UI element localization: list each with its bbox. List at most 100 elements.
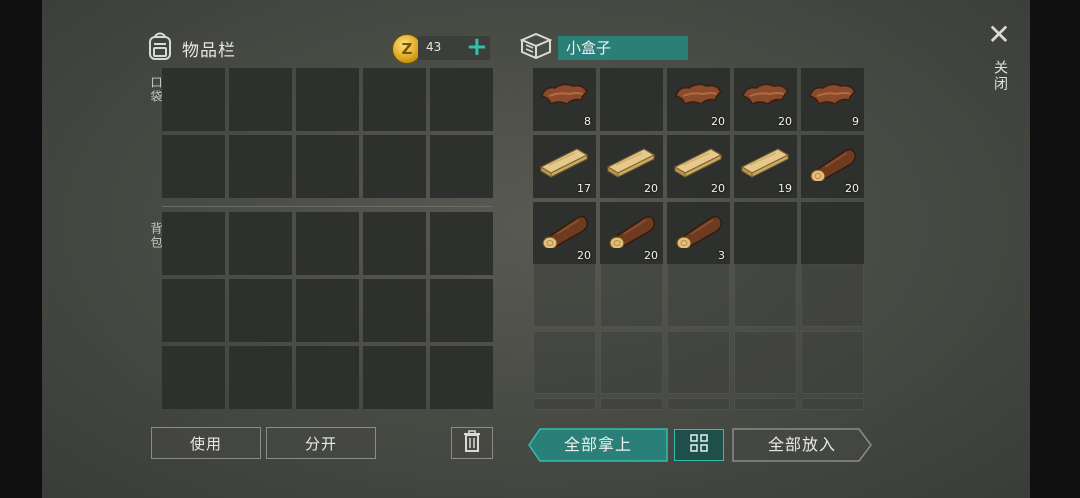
trash-button[interactable]: [451, 427, 493, 459]
close-icon[interactable]: ✕: [986, 20, 1012, 50]
locked-slot: [734, 331, 797, 394]
leather-icon: [807, 78, 857, 118]
container-slot-plank[interactable]: 19: [734, 135, 797, 198]
pocket-slot[interactable]: [162, 135, 225, 198]
locked-slot: [533, 331, 596, 394]
container-locked-grid: [533, 264, 864, 410]
locked-slot: [667, 398, 730, 410]
backpack-slot[interactable]: [296, 279, 359, 342]
locked-slot: [734, 398, 797, 410]
locked-slot: [600, 398, 663, 410]
backpack-slot[interactable]: [363, 279, 426, 342]
sort-grid-button[interactable]: [674, 429, 724, 461]
backpack-slot[interactable]: [430, 346, 493, 409]
backpack-grid: [162, 212, 493, 409]
backpack-slot[interactable]: [363, 346, 426, 409]
leather-icon: [539, 78, 589, 118]
log-icon: [673, 212, 723, 252]
item-quantity: 17: [577, 182, 591, 195]
locked-slot: [533, 398, 596, 410]
locked-slot: [801, 398, 864, 410]
put-all-label: 全部放入: [767, 435, 836, 454]
inventory-screen: 物品栏 Z 43 + 口袋 背包 小盒子 8 20 20 9 17 20 20 …: [42, 0, 1030, 498]
backpack-slot[interactable]: [162, 346, 225, 409]
locked-slot: [801, 331, 864, 394]
pocket-slot[interactable]: [363, 68, 426, 131]
backpack-slot[interactable]: [162, 279, 225, 342]
put-all-button[interactable]: 全部放入: [732, 428, 872, 462]
pocket-slot[interactable]: [296, 135, 359, 198]
close-label[interactable]: 关闭: [990, 60, 1010, 92]
backpack-slot[interactable]: [430, 279, 493, 342]
log-icon: [539, 212, 589, 252]
backpack-icon: [146, 30, 174, 66]
coin-count: 43: [426, 40, 442, 54]
box-icon: [518, 30, 554, 66]
grid-icon: [689, 433, 709, 457]
container-grid: 8 20 20 9 17 20 20 19 20 20 20 3: [533, 68, 864, 265]
container-slot-empty[interactable]: [801, 202, 864, 265]
log-icon: [807, 145, 857, 185]
container-slot-log[interactable]: 20: [600, 202, 663, 265]
locked-slot: [667, 331, 730, 394]
plank-icon: [606, 145, 656, 185]
container-slot-leather[interactable]: 9: [801, 68, 864, 131]
container-slot-plank[interactable]: 20: [600, 135, 663, 198]
container-slot-leather[interactable]: 8: [533, 68, 596, 131]
pocket-slot[interactable]: [296, 68, 359, 131]
plank-icon: [539, 145, 589, 185]
container-slot-log[interactable]: 3: [667, 202, 730, 265]
locked-slot: [533, 264, 596, 327]
item-quantity: 9: [852, 115, 859, 128]
use-button[interactable]: 使用: [151, 427, 261, 459]
container-slot-empty[interactable]: [734, 202, 797, 265]
item-quantity: 20: [711, 115, 725, 128]
item-quantity: 3: [718, 249, 725, 262]
item-quantity: 20: [845, 182, 859, 195]
take-all-label: 全部拿上: [563, 435, 632, 454]
item-quantity: 20: [778, 115, 792, 128]
pocket-slot[interactable]: [229, 135, 292, 198]
take-all-button[interactable]: 全部拿上: [528, 428, 668, 462]
container-header: 小盒子: [518, 30, 688, 66]
right-letterbox: [1030, 0, 1080, 498]
backpack-slot[interactable]: [229, 279, 292, 342]
log-icon: [606, 212, 656, 252]
item-quantity: 19: [778, 182, 792, 195]
split-button[interactable]: 分开: [266, 427, 376, 459]
container-slot-leather[interactable]: 20: [734, 68, 797, 131]
item-quantity: 20: [577, 249, 591, 262]
container-slot-leather[interactable]: 20: [667, 68, 730, 131]
pocket-slot[interactable]: [363, 135, 426, 198]
inventory-title: 物品栏: [182, 40, 236, 61]
add-coins-button[interactable]: +: [466, 32, 488, 62]
pocket-slot[interactable]: [229, 68, 292, 131]
inventory-header: 物品栏: [146, 30, 236, 66]
backpack-slot[interactable]: [229, 212, 292, 275]
backpack-slot[interactable]: [430, 212, 493, 275]
backpack-slot[interactable]: [229, 346, 292, 409]
pocket-slot[interactable]: [430, 135, 493, 198]
locked-slot: [600, 264, 663, 327]
backpack-slot[interactable]: [162, 212, 225, 275]
leather-icon: [673, 78, 723, 118]
backpack-slot[interactable]: [296, 346, 359, 409]
leather-icon: [740, 78, 790, 118]
pocket-slot[interactable]: [430, 68, 493, 131]
container-slot-log[interactable]: 20: [801, 135, 864, 198]
item-quantity: 20: [711, 182, 725, 195]
left-letterbox: [0, 0, 42, 498]
locked-slot: [801, 264, 864, 327]
plank-icon: [673, 145, 723, 185]
container-name: 小盒子: [558, 36, 688, 60]
backpack-slot[interactable]: [296, 212, 359, 275]
plank-icon: [740, 145, 790, 185]
container-slot-log[interactable]: 20: [533, 202, 596, 265]
container-slot-plank[interactable]: 20: [667, 135, 730, 198]
pocket-slot[interactable]: [162, 68, 225, 131]
backpack-slot[interactable]: [363, 212, 426, 275]
container-slot-empty[interactable]: [600, 68, 663, 131]
container-slot-plank[interactable]: 17: [533, 135, 596, 198]
item-quantity: 20: [644, 249, 658, 262]
locked-slot: [600, 331, 663, 394]
